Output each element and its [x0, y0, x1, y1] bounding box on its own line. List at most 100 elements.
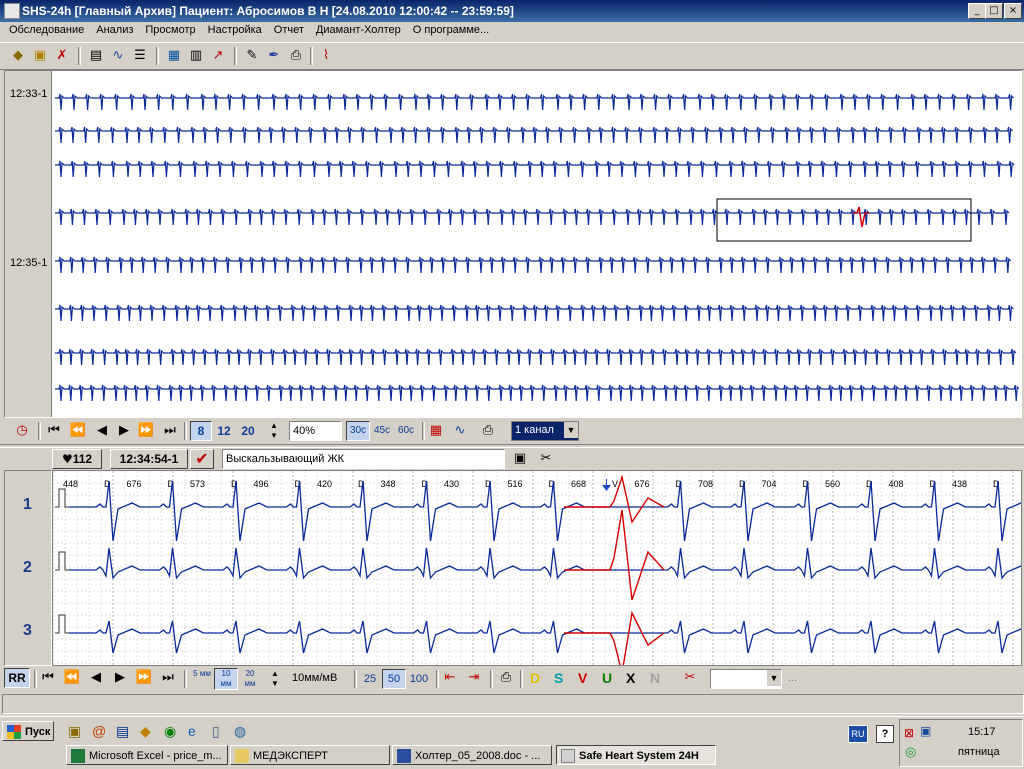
task-word[interactable]: Холтер_05_2008.doc - ...	[392, 745, 552, 765]
fast-back-icon[interactable]: ⏪	[62, 669, 82, 687]
fast-back-icon[interactable]: ⏪	[68, 422, 88, 440]
table-view-icon[interactable]: ▤	[86, 47, 106, 65]
class-v-button[interactable]: V	[578, 670, 587, 686]
gain-5-button[interactable]: 5 мм	[190, 668, 214, 690]
menu-analysis[interactable]: Анализ	[90, 22, 139, 36]
chevron-down-icon[interactable]: ▼	[767, 670, 781, 686]
signal-icon[interactable]: ⌇	[316, 47, 336, 65]
confirm-check-icon[interactable]: ✔	[190, 449, 214, 469]
minimize-button[interactable]: _	[968, 3, 986, 19]
clock[interactable]: 15:17	[968, 726, 996, 738]
maximize-button[interactable]: □	[985, 3, 1003, 19]
language-indicator[interactable]: RU	[848, 725, 868, 743]
app-shortcut-icon[interactable]: ◍	[234, 723, 246, 740]
pen-icon[interactable]: ✒	[264, 47, 284, 65]
forward-icon[interactable]: ▶	[114, 422, 134, 440]
gain-spinner[interactable]: ▲ ▼	[266, 669, 284, 689]
system-tray: ⊠ ▣ ◎ 15:17 пятница	[899, 719, 1023, 767]
prev-event-icon[interactable]: ⇤	[440, 669, 460, 687]
class-u-button[interactable]: U	[602, 670, 612, 686]
first-icon[interactable]: ⏮	[44, 422, 64, 440]
forward-icon[interactable]: ▶	[110, 669, 130, 687]
zoom-field[interactable]: 40%	[289, 421, 342, 441]
class-s-button[interactable]: S	[554, 670, 563, 686]
scissors-icon[interactable]: ✂	[536, 450, 556, 468]
lines-8-button[interactable]: 8	[190, 421, 212, 441]
menu-diamant-holter[interactable]: Диамант-Холтер	[310, 22, 407, 36]
open-exam-icon[interactable]: ◆	[8, 47, 28, 65]
class-select[interactable]: ▼	[710, 669, 782, 689]
task-shs[interactable]: Safe Heart System 24H	[556, 745, 716, 765]
duration-60-button[interactable]: 60с	[394, 421, 418, 441]
menu-settings[interactable]: Настройка	[202, 22, 268, 36]
last-icon[interactable]: ⏭	[160, 422, 180, 440]
rr-button[interactable]: RR	[4, 668, 30, 688]
duration-45-button[interactable]: 45с	[370, 421, 394, 441]
gain-20-button[interactable]: 20 мм	[238, 668, 262, 690]
lines-12-button[interactable]: 12	[212, 421, 236, 441]
archive-icon[interactable]: ▣	[30, 47, 50, 65]
menu-examination[interactable]: Обследование	[0, 22, 90, 36]
trend-chart-icon[interactable]: ↗	[208, 47, 228, 65]
lines-20-button[interactable]: 20	[236, 421, 260, 441]
start-button[interactable]: Пуск	[2, 721, 54, 741]
print-detail-icon[interactable]: ⎙	[496, 669, 516, 687]
rr-interval-label: 676	[127, 479, 142, 489]
speed-25-button[interactable]: 25	[358, 669, 382, 689]
ecg-overview-row	[55, 208, 1010, 226]
sync-icon[interactable]: ◉	[164, 723, 176, 740]
list-view-icon[interactable]: ☰	[130, 47, 150, 65]
zoom-spinner[interactable]: ▲ ▼	[264, 421, 284, 441]
help-icon[interactable]: ?	[876, 725, 894, 743]
ecg-view-icon[interactable]: ∿	[108, 47, 128, 65]
back-icon[interactable]: ◀	[86, 669, 106, 687]
class-n-button[interactable]: N	[650, 670, 660, 686]
task-excel[interactable]: Microsoft Excel - price_m...	[66, 745, 228, 765]
clock-icon[interactable]: ◷	[12, 422, 32, 440]
first-icon[interactable]: ⏮	[38, 669, 58, 687]
class-d-button[interactable]: D	[530, 670, 540, 686]
channel-select[interactable]: 1 канал ▼	[511, 421, 579, 441]
print-strip-icon[interactable]: ⎙	[478, 422, 498, 440]
tool-icon[interactable]: ◆	[140, 723, 151, 740]
last-icon[interactable]: ⏭	[158, 669, 178, 687]
doc-icon[interactable]: ▯	[212, 723, 220, 740]
grid-view-icon[interactable]: ▦	[164, 47, 184, 65]
print-icon[interactable]: ⎙	[286, 47, 306, 65]
gain-10-button[interactable]: 10 мм	[214, 668, 238, 690]
ie-icon[interactable]: e	[188, 723, 196, 739]
chevron-down-icon[interactable]: ▼	[564, 422, 578, 438]
speed-50-button[interactable]: 50	[382, 669, 406, 689]
event-description-field[interactable]: Выскальзывающий ЖК	[222, 449, 505, 469]
menu-report[interactable]: Отчет	[268, 22, 310, 36]
speed-100-button[interactable]: 100	[406, 669, 432, 689]
save-icon[interactable]: ▣	[510, 450, 530, 468]
folder-icon[interactable]: ▣	[68, 723, 81, 740]
edit-report-icon[interactable]: ✎	[242, 47, 262, 65]
menu-view[interactable]: Просмотр	[139, 22, 201, 36]
task-folder[interactable]: МЕДЭКСПЕРТ	[230, 745, 390, 765]
delete-exam-icon[interactable]: ✗	[52, 47, 72, 65]
ecg-grid-icon[interactable]: ▦	[426, 422, 446, 440]
status-icon[interactable]: ◎	[905, 744, 916, 760]
fast-forward-icon[interactable]: ⏩	[134, 669, 154, 687]
mail-icon[interactable]: @	[92, 723, 106, 739]
cut-beat-icon[interactable]: ✂	[680, 669, 700, 687]
network-icon[interactable]: ⊠	[904, 726, 914, 740]
ecg-overview[interactable]: 12:33-1 12:35-1	[4, 70, 1022, 418]
ecg-detail[interactable]: 448 D 676 D 573 D 496 D 420 D 348 D 430 D 516 D 668 V 676 D…	[52, 470, 1022, 666]
splitter[interactable]	[0, 444, 1024, 448]
class-x-button[interactable]: X	[626, 670, 635, 686]
menu-about[interactable]: О программе...	[407, 22, 495, 36]
event-time: 12:34:54-1	[110, 449, 188, 469]
save-disk-icon[interactable]: ▤	[116, 723, 129, 740]
waveform-icon[interactable]: ∿	[450, 422, 470, 440]
close-button[interactable]: ×	[1004, 3, 1022, 19]
next-event-icon[interactable]: ⇥	[464, 669, 484, 687]
display-icon[interactable]: ▣	[920, 724, 931, 738]
rr-interval-label: 668	[571, 479, 586, 489]
spreadsheet-icon[interactable]: ▥	[186, 47, 206, 65]
fast-forward-icon[interactable]: ⏩	[136, 422, 156, 440]
duration-30-button[interactable]: 30с	[346, 421, 370, 441]
back-icon[interactable]: ◀	[92, 422, 112, 440]
